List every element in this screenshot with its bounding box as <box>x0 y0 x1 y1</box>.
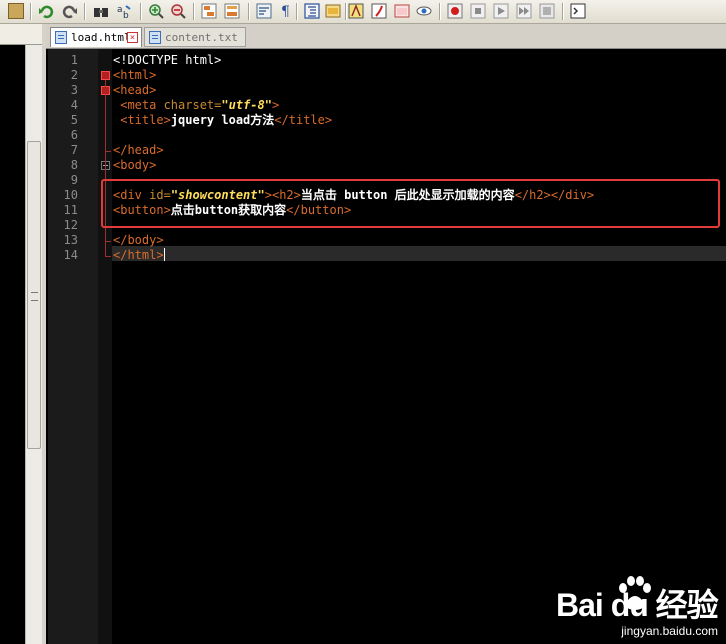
undo-icon[interactable] <box>38 3 54 19</box>
toolbar-separator <box>296 3 298 20</box>
doctype-text: <!DOCTYPE html> <box>113 53 222 67</box>
body-close-tag: </body> <box>113 233 164 247</box>
line-number: 12 <box>63 218 78 232</box>
fold-guide <box>105 241 111 242</box>
line-number: 6 <box>70 128 78 142</box>
svg-text:¶: ¶ <box>281 4 290 19</box>
code-line-2[interactable]: <html> <box>113 68 156 83</box>
scroll-grip-icon <box>31 292 38 301</box>
head-close-tag: </head> <box>113 143 164 157</box>
html-close-tag: </html> <box>113 248 164 262</box>
line-number: 10 <box>63 188 78 202</box>
meta-close: > <box>271 98 280 112</box>
close-icon[interactable]: × <box>127 32 138 43</box>
left-side-panel <box>0 24 46 644</box>
zoom-in-icon[interactable] <box>148 3 164 19</box>
macro-record-icon[interactable] <box>447 3 463 19</box>
sync-vertical-icon[interactable] <box>201 3 217 19</box>
word-wrap-icon[interactable] <box>256 3 272 19</box>
code-line-4[interactable]: <meta charset="utf-8"> <box>113 98 279 113</box>
line-number: 2 <box>70 68 78 82</box>
left-panel-scrollbar[interactable] <box>25 45 43 644</box>
code-line-1[interactable]: <!DOCTYPE html> <box>113 53 221 68</box>
title-open-tag: <title> <box>120 113 171 127</box>
code-editor[interactable] <box>112 49 726 644</box>
line-number: 9 <box>70 173 78 187</box>
paste-icon[interactable] <box>8 3 24 19</box>
sync-horizontal-icon[interactable] <box>224 3 240 19</box>
toolbar-separator <box>140 3 142 20</box>
toolbar: ab ¶ <box>0 0 726 24</box>
toolbar-separator <box>439 3 441 20</box>
macro-run-multiple-icon[interactable] <box>516 3 532 19</box>
title-close-tag: </title> <box>274 113 333 127</box>
file-icon <box>55 31 67 44</box>
language-icon[interactable] <box>325 3 341 19</box>
run-console-icon[interactable] <box>570 3 586 19</box>
line-number: 11 <box>63 203 78 217</box>
baidu-logo-text: Bai du 经验 <box>556 587 719 623</box>
meta-tag: <meta <box>120 98 157 112</box>
zoom-out-icon[interactable] <box>170 3 186 19</box>
macro-play-icon[interactable] <box>493 3 509 19</box>
line-number: 8 <box>70 158 78 172</box>
code-line-7[interactable]: </head> <box>113 143 164 158</box>
code-line-14[interactable]: </html> <box>113 248 165 263</box>
tab-label: load.html <box>71 31 131 44</box>
find-icon[interactable] <box>93 3 109 19</box>
svg-text:a: a <box>117 5 123 15</box>
line-number: 3 <box>70 83 78 97</box>
html-open-tag: <html> <box>113 68 157 82</box>
file-icon <box>149 31 161 44</box>
left-panel-content <box>0 45 25 644</box>
baidu-watermark: Bai du 经验 jingyan.baidu.com <box>556 576 722 638</box>
left-panel-tabbar <box>0 24 42 45</box>
toolbar-separator <box>562 3 564 20</box>
charset-attr: charset= <box>156 98 222 112</box>
fold-toggle-icon[interactable] <box>101 71 110 80</box>
show-symbols-icon[interactable]: ¶ <box>278 3 294 19</box>
toolbar-separator <box>84 3 86 20</box>
toolbar-separator <box>30 3 32 20</box>
line-number: 4 <box>70 98 78 112</box>
replace-icon[interactable]: ab <box>116 3 132 19</box>
body-open-tag: <body> <box>113 158 157 172</box>
panel-splitter[interactable] <box>42 24 46 644</box>
line-number: 14 <box>63 248 78 262</box>
annotation-highlight-box <box>101 179 720 228</box>
line-number: 13 <box>63 233 78 247</box>
toolbar-separator <box>345 3 347 20</box>
text-cursor <box>163 248 165 261</box>
document-map-icon[interactable] <box>394 3 410 19</box>
monitoring-eye-icon[interactable] <box>416 3 432 19</box>
svg-text:b: b <box>123 11 129 19</box>
user-defined-language-icon[interactable] <box>348 3 364 19</box>
indent-guide-icon[interactable] <box>304 3 320 19</box>
code-line-13[interactable]: </body> <box>113 233 164 248</box>
macro-save-icon[interactable] <box>539 3 555 19</box>
code-line-3[interactable]: <head> <box>113 83 156 98</box>
head-open-tag: <head> <box>113 83 157 97</box>
line-number: 7 <box>70 143 78 157</box>
toolbar-separator <box>248 3 250 20</box>
watermark-url: jingyan.baidu.com <box>621 624 718 638</box>
tab-content-txt[interactable]: content.txt <box>144 27 246 47</box>
editor-tabbar: load.html × content.txt <box>46 24 726 49</box>
code-line-8[interactable]: <body> <box>113 158 156 173</box>
toolbar-separator <box>193 3 195 20</box>
tab-label: content.txt <box>165 31 238 44</box>
function-list-icon[interactable] <box>371 3 387 19</box>
current-line-highlight <box>112 246 726 261</box>
left-panel-scroll-thumb[interactable] <box>27 141 41 449</box>
line-number: 5 <box>70 113 78 127</box>
redo-icon[interactable] <box>62 3 78 19</box>
tab-load-html[interactable]: load.html × <box>50 27 142 47</box>
charset-value: "utf-8" <box>221 98 272 112</box>
code-line-5[interactable]: <title>jquery load方法</title> <box>113 113 332 128</box>
title-text: jquery load方法 <box>170 113 275 127</box>
macro-stop-icon[interactable] <box>470 3 486 19</box>
line-number: 1 <box>70 53 78 67</box>
fold-guide <box>105 256 111 257</box>
